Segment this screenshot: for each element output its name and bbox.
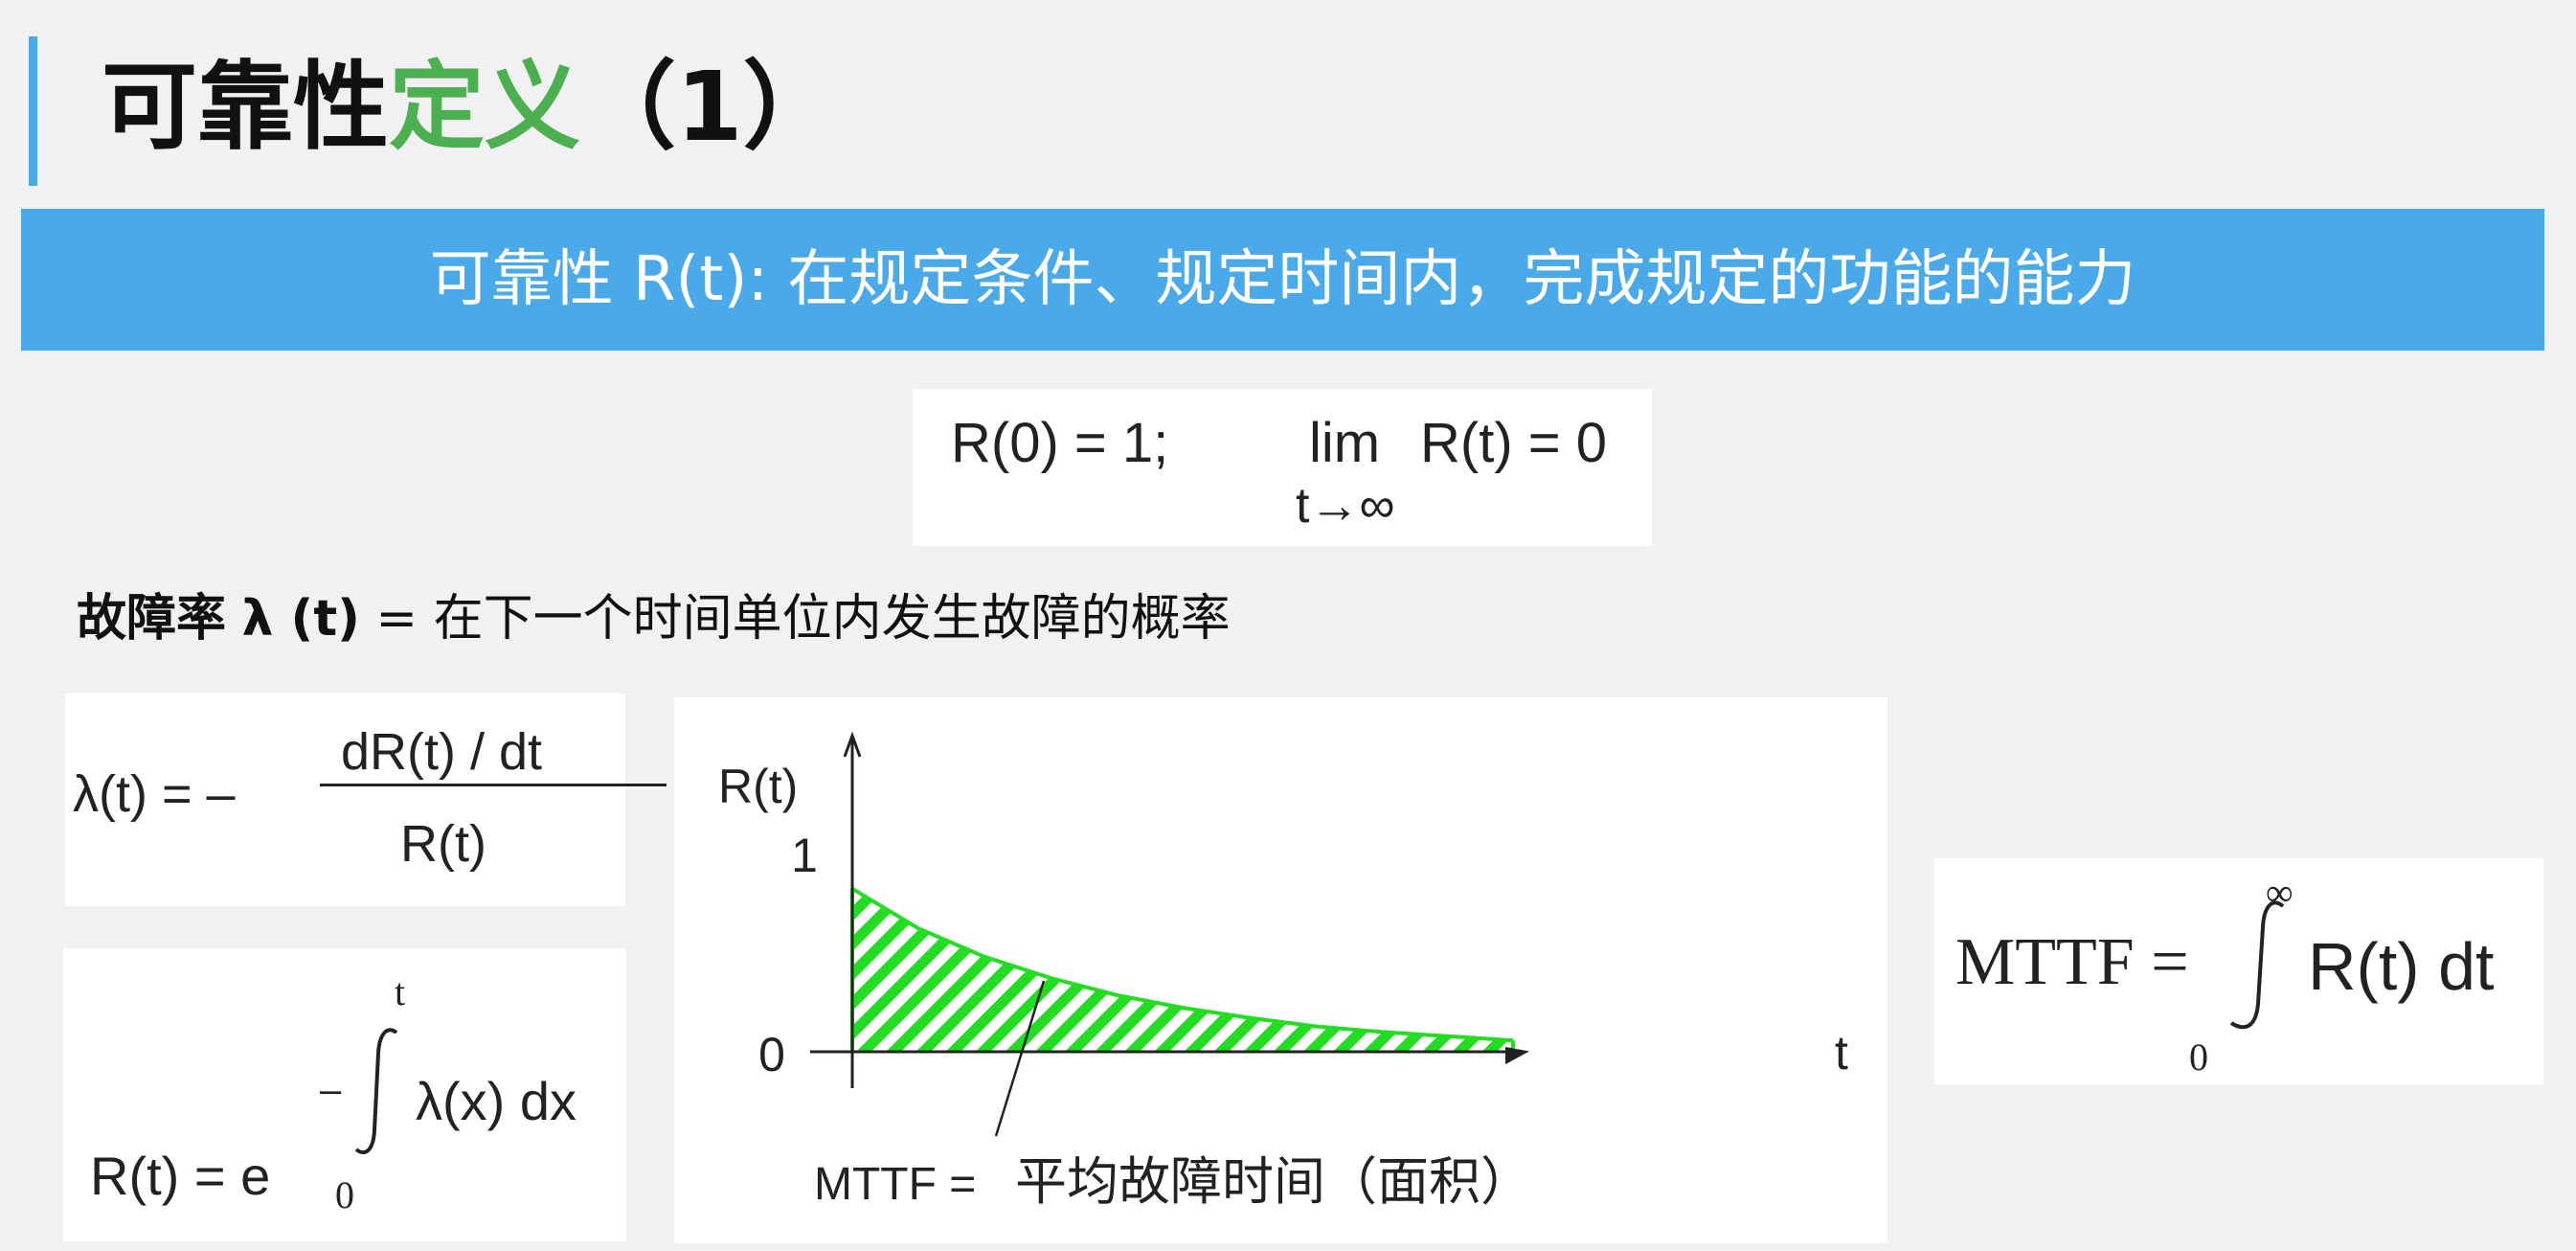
title-accent-bar (29, 36, 37, 186)
failure-rate-term: 故障率 (77, 590, 227, 648)
y-tick-label-1: 1 (791, 829, 818, 882)
y-tick-label-0: 0 (758, 1028, 785, 1081)
mttf-integral-sign-icon (2229, 900, 2285, 1030)
fraction-bar (320, 784, 667, 786)
mttf-chart: R(t) t 1 0 MTTF = 平均故障时间（面积） (674, 697, 1887, 1243)
title-part-definition: 定义 (389, 51, 580, 163)
title-part-number: （1） (580, 51, 839, 163)
x-axis-arrow-icon (1504, 1047, 1529, 1064)
slide-title: 可靠性定义（1） (102, 50, 839, 165)
lambda-numerator: dR(t) / dt (341, 723, 543, 781)
formula-lim: lim (1309, 412, 1381, 474)
mttf-area-fill (852, 888, 1513, 1052)
x-axis-label: t (1835, 1026, 1848, 1080)
mttf-lower-limit: 0 (2189, 1035, 2208, 1079)
lambda-denominator: R(t) (400, 815, 486, 873)
failure-rate-text: = 在下一个时间单位内发生故障的概率 (359, 590, 1231, 648)
lambda-formula: λ(t) = – dR(t) / dt R(t) (65, 694, 667, 906)
chart-svg: R(t) t 1 0 MTTF = 平均故障时间（面积） (718, 731, 1848, 1211)
formula-limit-subscript: t→∞ (1296, 478, 1395, 534)
formula-r0: R(0) = 1; (951, 412, 1169, 474)
reliability-limit-formula: R(0) = 1; lim R(t) = 0 t→∞ (913, 389, 1652, 546)
reliability-exponential-formula: R(t) = e – t 0 λ(x) dx (63, 948, 626, 1241)
mttf-integrand: R(t) dt (2308, 929, 2495, 1004)
integral-sign-icon (354, 1028, 398, 1155)
integral-upper-limit: t (395, 970, 406, 1013)
mttf-formula: MTTF = ∞ 0 R(t) dt (1934, 858, 2543, 1084)
annotation-label: MTTF = (814, 1159, 976, 1210)
integrand-lambda: λ(x) dx (416, 1071, 576, 1131)
exponent-minus: – (320, 1069, 342, 1111)
title-part-reliability: 可靠性 (102, 51, 389, 163)
rt-lhs: R(t) = e (90, 1146, 271, 1206)
failure-rate-definition: 故障率 λ (t) = 在下一个时间单位内发生故障的概率 (77, 590, 1231, 648)
annotation-text: 平均故障时间（面积） (1015, 1153, 1532, 1211)
definition-banner: 可靠性 R(t): 在规定条件、规定时间内，完成规定的功能的能力 (21, 209, 2544, 351)
y-axis-label: R(t) (718, 760, 798, 813)
mttf-lhs: MTTF = (1955, 925, 2189, 999)
lambda-lhs: λ(t) = – (73, 765, 236, 823)
banner-text: 可靠性 R(t): 在规定条件、规定时间内，完成规定的功能的能力 (429, 244, 2136, 315)
integral-lower-limit: 0 (335, 1173, 354, 1217)
formula-rt-zero: R(t) = 0 (1420, 412, 1607, 474)
failure-rate-symbol: λ (t) (241, 590, 360, 648)
